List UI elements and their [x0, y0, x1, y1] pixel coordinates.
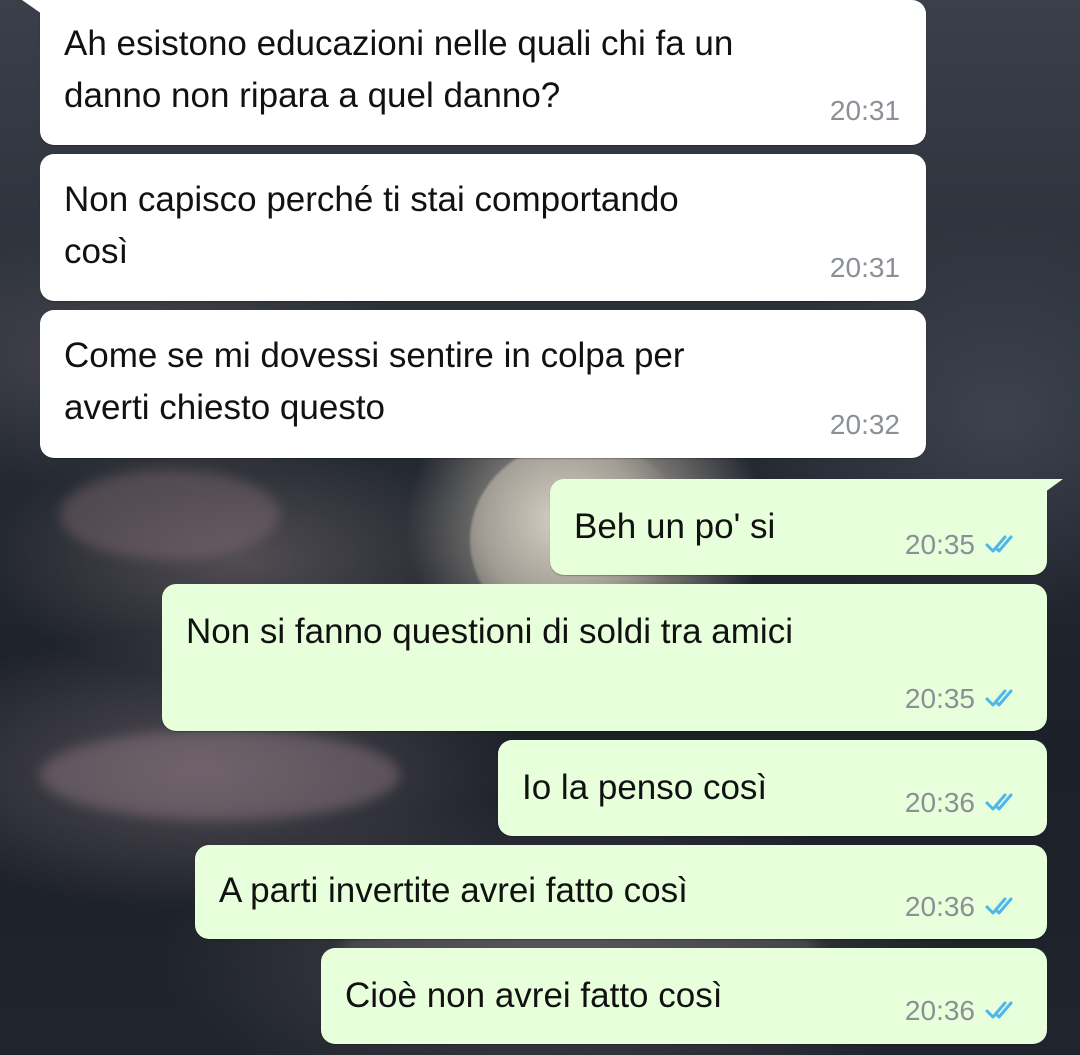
message-bubble-outgoing[interactable]: Io la penso così 20:36: [498, 740, 1047, 836]
message-bubble-outgoing[interactable]: Non si fanno questioni di soldi tra amic…: [162, 584, 1047, 731]
message-text: A parti invertite avrei fatto così: [219, 871, 688, 910]
double-check-icon: [985, 689, 1013, 707]
double-check-icon: [985, 1001, 1013, 1019]
message-bubble-incoming[interactable]: Come se mi dovessi sentire in colpa per …: [40, 310, 926, 458]
message-bubble-outgoing[interactable]: Beh un po' si 20:35: [550, 479, 1047, 575]
message-timestamp: 20:36: [904, 787, 975, 818]
double-check-icon: [985, 535, 1013, 553]
message-bubble-incoming[interactable]: Ah esistono educazioni nelle quali chi f…: [40, 0, 926, 145]
message-text: Non si fanno questioni di soldi tra amic…: [186, 612, 793, 651]
message-timestamp: 20:35: [904, 683, 975, 714]
message-text: Ah esistono educazioni nelle quali chi f…: [64, 24, 734, 115]
message-text: Cioè non avrei fatto così: [345, 976, 723, 1015]
double-check-icon: [985, 793, 1013, 811]
message-bubble-outgoing[interactable]: Cioè non avrei fatto così 20:36: [321, 948, 1047, 1044]
double-check-icon: [985, 897, 1013, 915]
message-timestamp: 20:35: [904, 529, 975, 560]
message-text: Beh un po' si: [574, 507, 776, 546]
message-timestamp: 20:31: [829, 252, 900, 283]
message-timestamp: 20:36: [904, 891, 975, 922]
message-timestamp: 20:36: [904, 995, 975, 1026]
wallpaper-cloud: [40, 730, 400, 820]
message-bubble-outgoing[interactable]: A parti invertite avrei fatto così 20:36: [195, 845, 1047, 939]
message-text: Come se mi dovessi sentire in colpa per …: [64, 336, 685, 427]
wallpaper-cloud: [60, 470, 280, 560]
bubble-tail: [22, 0, 42, 14]
message-text: Io la penso così: [522, 768, 768, 807]
message-timestamp: 20:32: [829, 409, 900, 440]
message-text: Non capisco perché ti stai comportando c…: [64, 180, 679, 271]
message-bubble-incoming[interactable]: Non capisco perché ti stai comportando c…: [40, 154, 926, 301]
message-timestamp: 20:31: [829, 95, 900, 126]
bubble-tail: [1041, 479, 1063, 495]
